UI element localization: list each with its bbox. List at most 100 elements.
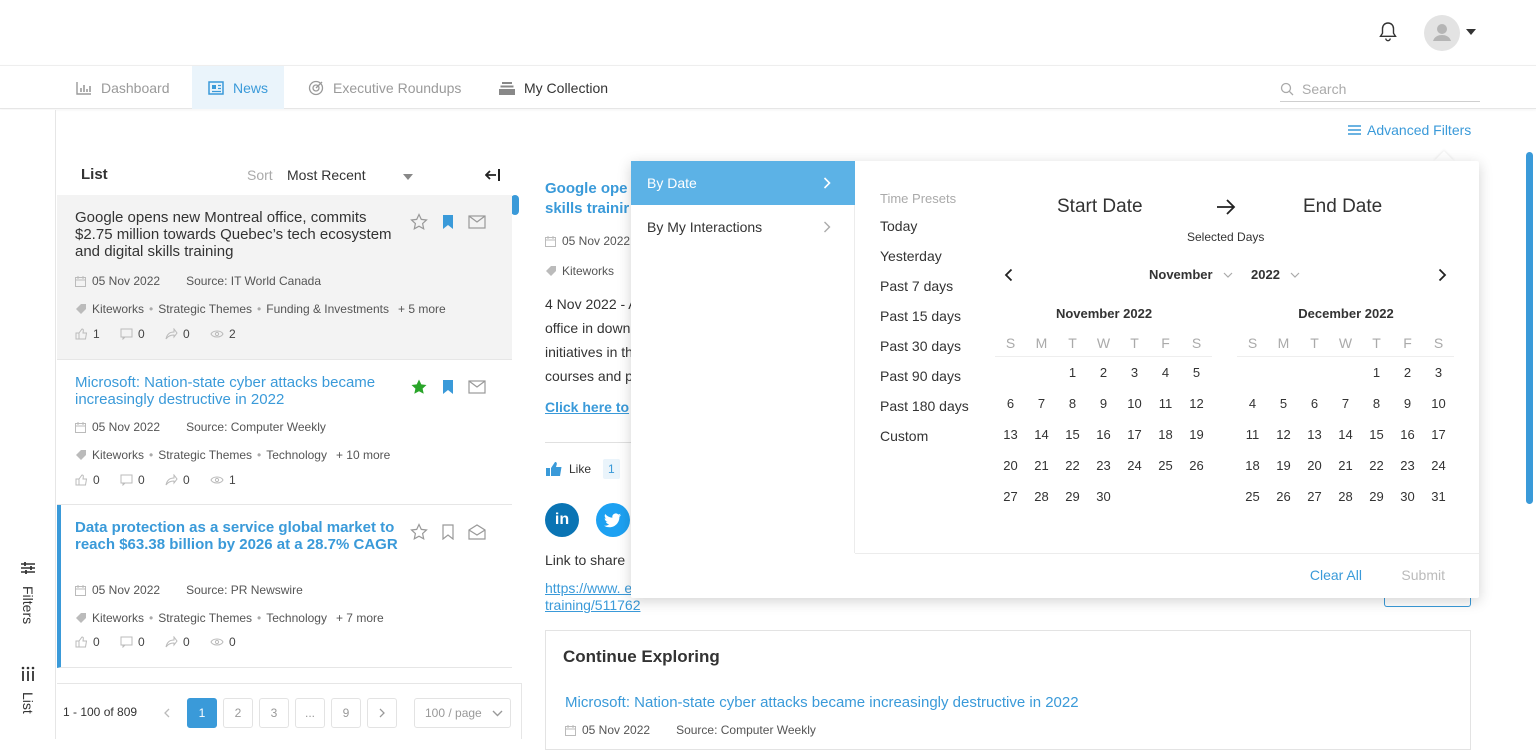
calendar-day[interactable]: 10 bbox=[1423, 388, 1454, 419]
nav-news[interactable]: News bbox=[192, 66, 285, 109]
preset-past-7-days[interactable]: Past 7 days bbox=[880, 276, 969, 306]
calendar-day[interactable]: 28 bbox=[1026, 481, 1057, 512]
related-article-link[interactable]: Microsoft: Nation-state cyber attacks be… bbox=[565, 694, 1079, 711]
search-input[interactable]: Search bbox=[1280, 76, 1480, 102]
calendar-day[interactable]: 3 bbox=[1423, 357, 1454, 388]
prev-month-button[interactable] bbox=[1004, 268, 1013, 282]
preset-custom[interactable]: Custom bbox=[880, 426, 969, 456]
tab-by-date[interactable]: By Date bbox=[631, 161, 855, 205]
star-filled-icon[interactable] bbox=[410, 378, 428, 396]
calendar-day[interactable]: 16 bbox=[1088, 419, 1119, 450]
start-date-label[interactable]: Start Date bbox=[1057, 196, 1143, 218]
calendar-day[interactable]: 30 bbox=[1088, 481, 1119, 512]
chevron-down-icon[interactable] bbox=[1466, 29, 1476, 35]
list-item[interactable]: Data protection as a service global mark… bbox=[57, 505, 512, 668]
calendar-day[interactable]: 31 bbox=[1423, 481, 1454, 512]
calendar-day[interactable]: 19 bbox=[1181, 419, 1212, 450]
star-icon[interactable] bbox=[410, 213, 428, 231]
nav-my-collection[interactable]: My Collection bbox=[483, 66, 624, 109]
calendar-day[interactable]: 5 bbox=[1268, 388, 1299, 419]
filters-toggle[interactable]: Filters bbox=[12, 560, 44, 624]
calendar-day[interactable]: 2 bbox=[1392, 357, 1423, 388]
calendar-day[interactable]: 26 bbox=[1268, 481, 1299, 512]
calendar-day[interactable]: 9 bbox=[1392, 388, 1423, 419]
calendar-day[interactable]: 14 bbox=[1330, 419, 1361, 450]
calendar-day[interactable]: 24 bbox=[1119, 450, 1150, 481]
nav-dashboard[interactable]: Dashboard bbox=[60, 66, 186, 109]
calendar-day[interactable]: 15 bbox=[1057, 419, 1088, 450]
article-tag[interactable]: Funding & Investments bbox=[266, 302, 389, 316]
mail-open-icon[interactable] bbox=[468, 524, 486, 540]
calendar-day[interactable]: 4 bbox=[1150, 357, 1181, 388]
calendar-day[interactable]: 2 bbox=[1088, 357, 1119, 388]
calendar-day[interactable]: 9 bbox=[1088, 388, 1119, 419]
calendar-day[interactable]: 30 bbox=[1392, 481, 1423, 512]
calendar-day[interactable]: 12 bbox=[1268, 419, 1299, 450]
calendar-day[interactable]: 8 bbox=[1361, 388, 1392, 419]
calendar-day[interactable]: 18 bbox=[1237, 450, 1268, 481]
calendar-day[interactable]: 12 bbox=[1181, 388, 1212, 419]
preset-past-30-days[interactable]: Past 30 days bbox=[880, 336, 969, 366]
bookmark-outline-icon[interactable] bbox=[442, 524, 454, 540]
caret-down-icon[interactable] bbox=[403, 174, 413, 180]
article-tag[interactable]: Technology bbox=[266, 611, 327, 625]
preset-past-15-days[interactable]: Past 15 days bbox=[880, 306, 969, 336]
preset-yesterday[interactable]: Yesterday bbox=[880, 246, 969, 276]
calendar-day[interactable]: 8 bbox=[1057, 388, 1088, 419]
preset-past-90-days[interactable]: Past 90 days bbox=[880, 366, 969, 396]
calendar-day[interactable]: 29 bbox=[1361, 481, 1392, 512]
article-tag[interactable]: Kiteworks bbox=[92, 611, 144, 625]
submit-button[interactable]: Submit bbox=[1401, 567, 1445, 583]
article-title[interactable]: Microsoft: Nation-state cyber attacks be… bbox=[75, 374, 405, 408]
calendar-day[interactable]: 18 bbox=[1150, 419, 1181, 450]
calendar-day[interactable]: 11 bbox=[1150, 388, 1181, 419]
calendar-day[interactable]: 24 bbox=[1423, 450, 1454, 481]
calendar-day[interactable]: 13 bbox=[995, 419, 1026, 450]
preset-past-180-days[interactable]: Past 180 days bbox=[880, 396, 969, 426]
twitter-icon[interactable] bbox=[596, 503, 630, 537]
calendar-day[interactable]: 21 bbox=[1330, 450, 1361, 481]
next-month-button[interactable] bbox=[1438, 268, 1447, 282]
calendar-day[interactable]: 6 bbox=[995, 388, 1026, 419]
star-icon[interactable] bbox=[410, 523, 428, 541]
calendar-day[interactable]: 23 bbox=[1392, 450, 1423, 481]
page-size-select[interactable]: 100 / page bbox=[414, 698, 511, 728]
calendar-day[interactable]: 25 bbox=[1150, 450, 1181, 481]
more-tags[interactable]: + 7 more bbox=[336, 611, 384, 625]
like-button[interactable]: Like 1 bbox=[545, 459, 620, 479]
list-item[interactable]: Microsoft: Nation-state cyber attacks be… bbox=[57, 360, 512, 505]
article-title[interactable]: Google opens new Montreal office, commit… bbox=[75, 209, 405, 260]
article-tag[interactable]: Strategic Themes bbox=[158, 302, 252, 316]
detail-tag[interactable]: Kiteworks bbox=[562, 264, 614, 278]
clear-all-button[interactable]: Clear All bbox=[1310, 567, 1362, 583]
calendar-day[interactable]: 21 bbox=[1026, 450, 1057, 481]
linkedin-icon[interactable]: in bbox=[545, 503, 579, 537]
calendar-day[interactable]: 23 bbox=[1088, 450, 1119, 481]
nav-executive-roundups[interactable]: Executive Roundups bbox=[292, 66, 477, 109]
bell-icon[interactable] bbox=[1378, 21, 1398, 43]
article-title[interactable]: Data protection as a service global mark… bbox=[75, 519, 405, 553]
calendar-day[interactable]: 28 bbox=[1330, 481, 1361, 512]
calendar-day[interactable]: 20 bbox=[995, 450, 1026, 481]
article-tag[interactable]: Technology bbox=[266, 448, 327, 462]
preset-today[interactable]: Today bbox=[880, 216, 969, 246]
mail-icon[interactable] bbox=[468, 215, 486, 229]
year-select[interactable]: 2022 bbox=[1251, 267, 1300, 282]
calendar-day[interactable]: 27 bbox=[1299, 481, 1330, 512]
calendar-day[interactable]: 16 bbox=[1392, 419, 1423, 450]
calendar-day[interactable]: 20 bbox=[1299, 450, 1330, 481]
page-button-2[interactable]: 2 bbox=[223, 698, 253, 728]
page-button-9[interactable]: 9 bbox=[331, 698, 361, 728]
calendar-day[interactable]: 1 bbox=[1057, 357, 1088, 388]
mail-icon[interactable] bbox=[468, 380, 486, 394]
month-select[interactable]: November bbox=[1149, 267, 1233, 282]
tab-by-my-interactions[interactable]: By My Interactions bbox=[631, 205, 855, 249]
user-avatar-icon[interactable] bbox=[1424, 15, 1460, 51]
bookmark-icon[interactable] bbox=[442, 379, 454, 395]
calendar-day[interactable]: 17 bbox=[1423, 419, 1454, 450]
calendar-day[interactable]: 13 bbox=[1299, 419, 1330, 450]
detail-source-link[interactable]: Click here to bbox=[545, 399, 629, 415]
sort-select[interactable]: Most Recent bbox=[287, 167, 366, 183]
calendar-day[interactable]: 11 bbox=[1237, 419, 1268, 450]
calendar-day[interactable]: 26 bbox=[1181, 450, 1212, 481]
